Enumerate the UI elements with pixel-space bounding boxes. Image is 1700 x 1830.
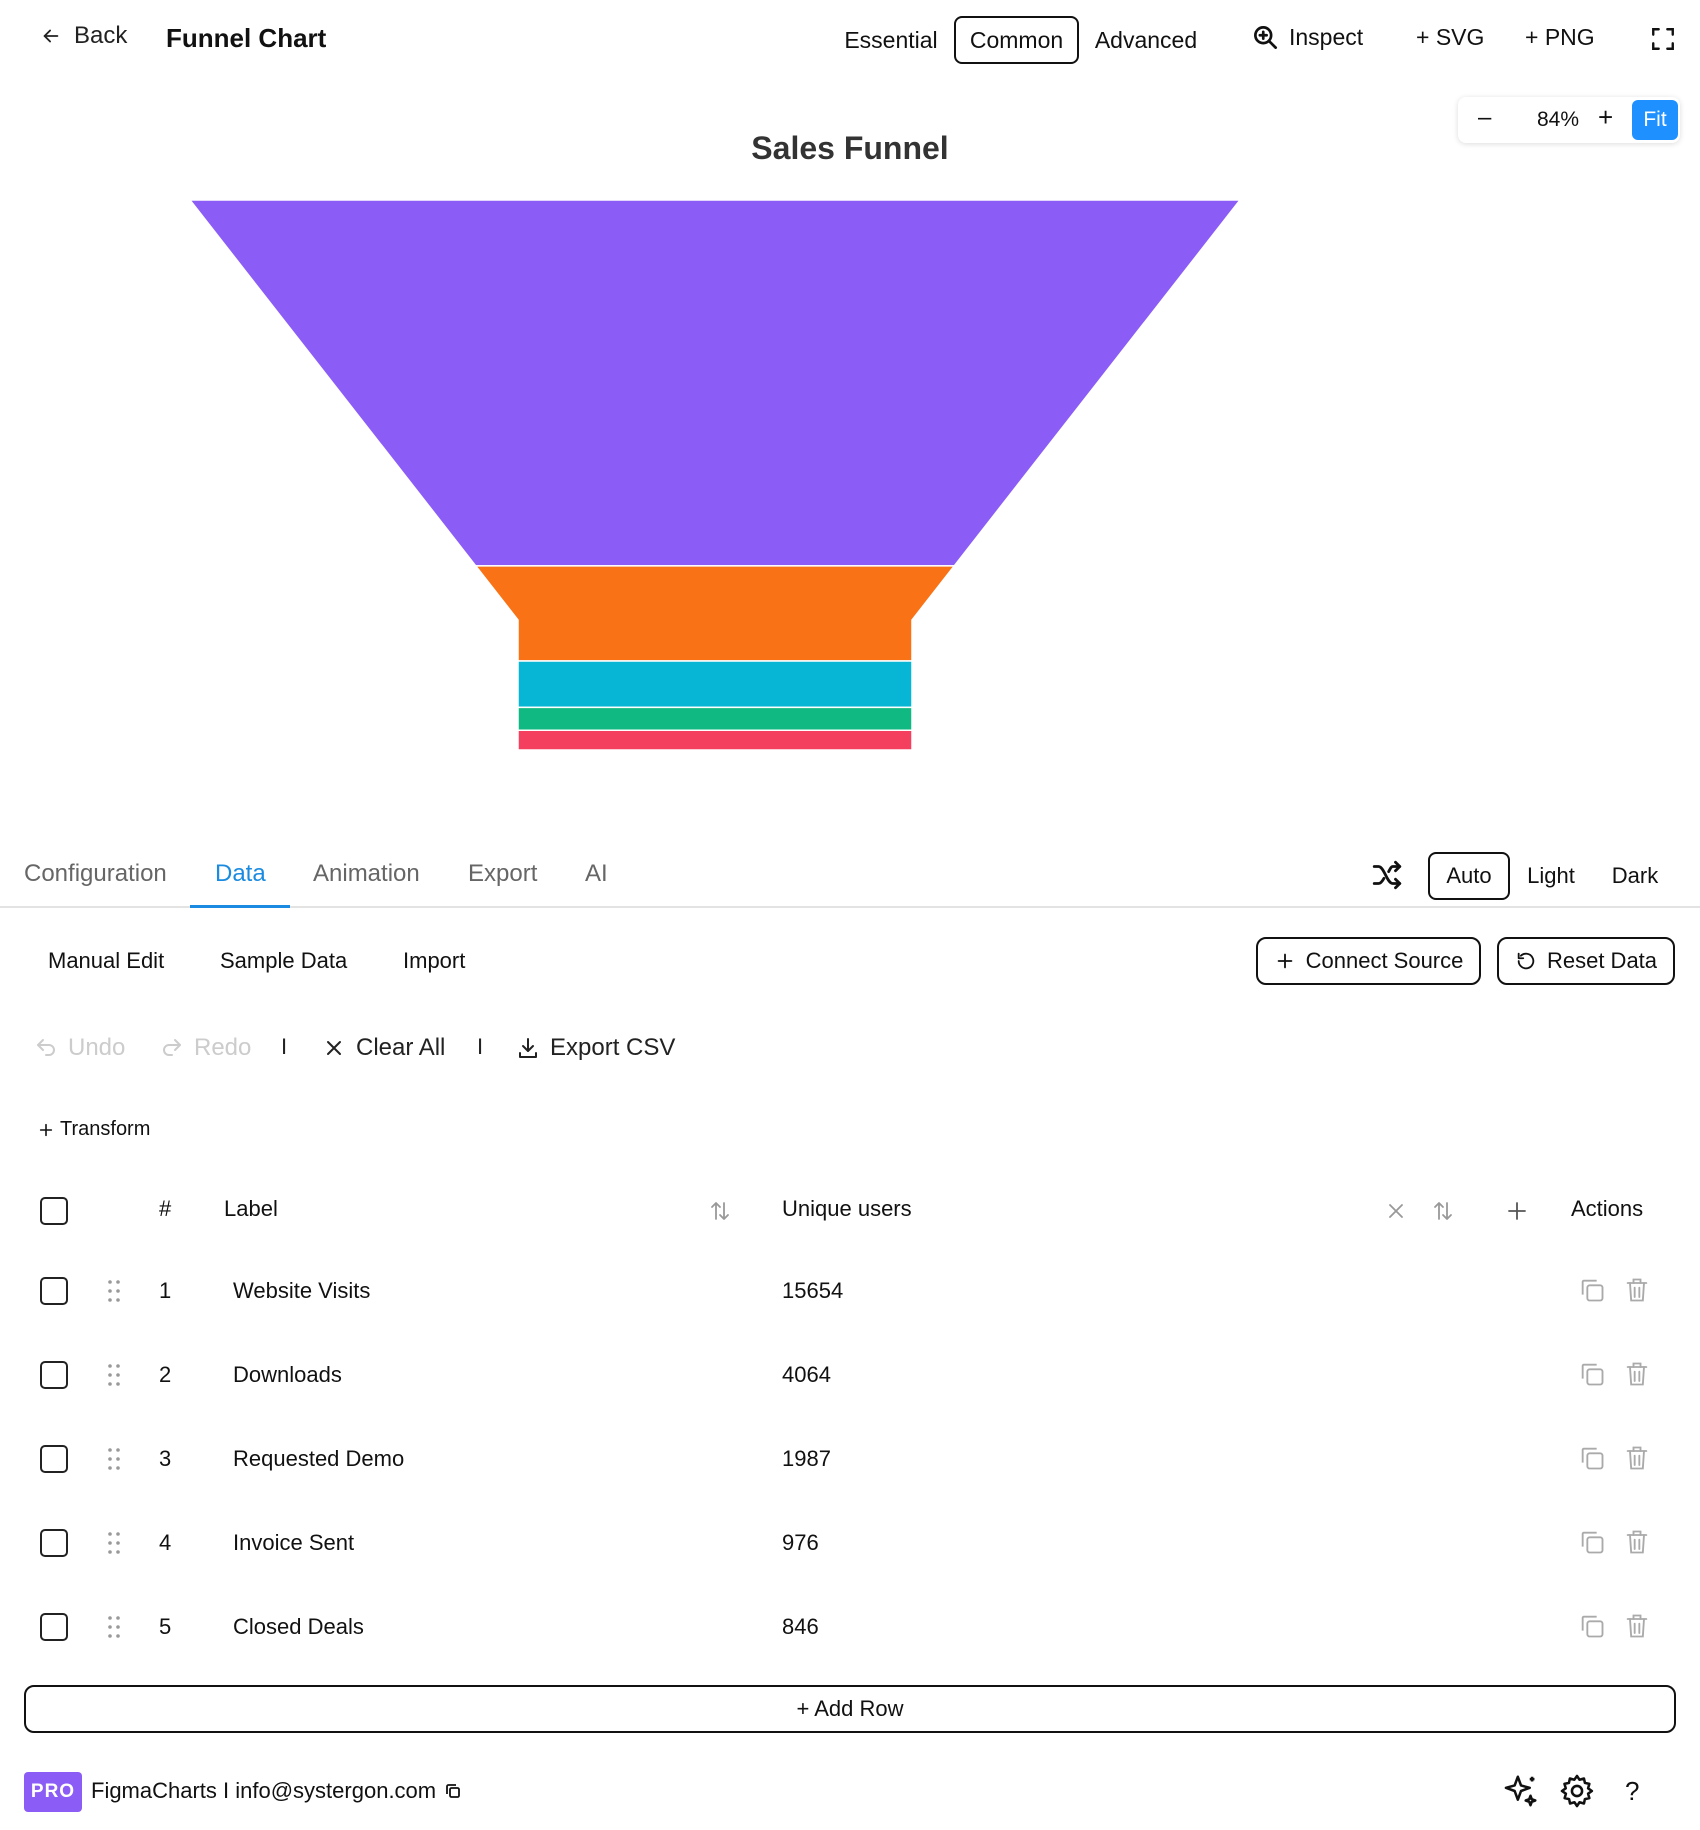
shuffle-icon[interactable] xyxy=(1370,858,1404,892)
sort-icon[interactable] xyxy=(1431,1199,1455,1223)
add-transform-button[interactable]: Transform xyxy=(38,1118,150,1141)
row-label[interactable]: Closed Deals xyxy=(233,1614,364,1640)
subtab-manual-edit[interactable]: Manual Edit xyxy=(48,948,164,974)
clear-all-label: Clear All xyxy=(356,1034,446,1061)
funnel-segment-2 xyxy=(474,565,956,662)
undo-button[interactable]: Undo xyxy=(34,1034,125,1062)
row-index: 5 xyxy=(159,1614,172,1639)
export-csv-label: Export CSV xyxy=(550,1034,676,1061)
drag-handle-icon[interactable] xyxy=(107,1363,121,1387)
undo-icon xyxy=(37,1039,55,1056)
help-icon[interactable]: ? xyxy=(1625,1776,1639,1807)
remove-column-icon[interactable] xyxy=(1384,1199,1408,1223)
theme-light[interactable]: Light xyxy=(1520,852,1582,900)
duplicate-icon[interactable] xyxy=(1578,1444,1606,1472)
row-checkbox[interactable] xyxy=(40,1613,68,1641)
settings-icon[interactable] xyxy=(1558,1772,1596,1810)
subtab-sample-data[interactable]: Sample Data xyxy=(220,948,347,974)
reset-icon xyxy=(1517,952,1535,970)
row-label[interactable]: Downloads xyxy=(233,1362,342,1388)
trash-icon[interactable] xyxy=(1623,1444,1651,1472)
drag-handle-icon[interactable] xyxy=(107,1447,121,1471)
footer-info: FigmaCharts I info@systergon.com xyxy=(91,1778,462,1804)
sort-icon[interactable] xyxy=(708,1199,732,1223)
row-label[interactable]: Website Visits xyxy=(233,1278,370,1304)
redo-icon xyxy=(163,1039,181,1056)
row-value[interactable]: 846 xyxy=(782,1614,819,1640)
transform-label: Transform xyxy=(60,1118,151,1140)
subtab-import[interactable]: Import xyxy=(403,948,465,974)
redo-label: Redo xyxy=(194,1034,252,1061)
plus-icon xyxy=(1277,953,1292,969)
row-checkbox[interactable] xyxy=(40,1445,68,1473)
funnel-segment-4 xyxy=(517,706,913,731)
funnel-segment-5 xyxy=(517,729,913,751)
funnel-chart xyxy=(188,199,1242,751)
close-icon xyxy=(327,1041,341,1055)
row-label[interactable]: Invoice Sent xyxy=(233,1530,354,1556)
select-all-checkbox[interactable] xyxy=(40,1197,68,1225)
row-value[interactable]: 15654 xyxy=(782,1278,843,1304)
tab-data[interactable]: Data xyxy=(215,860,266,888)
active-tab-indicator xyxy=(190,905,290,908)
drag-handle-icon[interactable] xyxy=(107,1615,121,1639)
row-checkbox[interactable] xyxy=(40,1361,68,1389)
panel-tabs: Configuration Data Animation Export AI A… xyxy=(0,840,1700,908)
sparkle-icon[interactable] xyxy=(1502,1772,1540,1810)
column-header-index: # xyxy=(159,1196,172,1221)
row-checkbox[interactable] xyxy=(40,1277,68,1305)
toolbar-separator: I xyxy=(477,1034,484,1059)
theme-dark[interactable]: Dark xyxy=(1604,852,1666,900)
trash-icon[interactable] xyxy=(1623,1360,1651,1388)
add-row-button[interactable]: + Add Row xyxy=(24,1685,1676,1733)
trash-icon[interactable] xyxy=(1623,1276,1651,1304)
redo-button[interactable]: Redo xyxy=(160,1034,251,1062)
undo-label: Undo xyxy=(68,1034,126,1061)
funnel-segment-3 xyxy=(517,660,913,709)
tab-animation[interactable]: Animation xyxy=(313,860,420,888)
row-value[interactable]: 4064 xyxy=(782,1362,831,1388)
column-header-actions: Actions xyxy=(1571,1196,1644,1221)
row-index: 4 xyxy=(159,1530,172,1555)
download-icon xyxy=(519,1038,537,1058)
row-checkbox[interactable] xyxy=(40,1529,68,1557)
trash-icon[interactable] xyxy=(1623,1612,1651,1640)
add-column-icon[interactable] xyxy=(1505,1199,1529,1223)
column-header-value: Unique users xyxy=(782,1196,912,1221)
export-csv-button[interactable]: Export CSV xyxy=(516,1034,675,1062)
row-index: 3 xyxy=(159,1446,172,1471)
row-index: 1 xyxy=(159,1278,172,1303)
duplicate-icon[interactable] xyxy=(1578,1612,1606,1640)
column-header-label: Label xyxy=(224,1196,278,1221)
tab-ai[interactable]: AI xyxy=(585,860,608,888)
reset-data-button[interactable]: Reset Data xyxy=(1497,937,1675,985)
connect-source-label: Connect Source xyxy=(1305,948,1464,973)
trash-icon[interactable] xyxy=(1623,1528,1651,1556)
duplicate-icon[interactable] xyxy=(1578,1360,1606,1388)
drag-handle-icon[interactable] xyxy=(107,1279,121,1303)
drag-handle-icon[interactable] xyxy=(107,1531,121,1555)
row-value[interactable]: 1987 xyxy=(782,1446,831,1472)
theme-auto[interactable]: Auto xyxy=(1428,852,1510,900)
reset-data-label: Reset Data xyxy=(1546,948,1658,973)
funnel-segment-1 xyxy=(188,199,1242,567)
row-index: 2 xyxy=(159,1362,172,1387)
clear-all-button[interactable]: Clear All xyxy=(322,1034,445,1062)
duplicate-icon[interactable] xyxy=(1578,1276,1606,1304)
duplicate-icon[interactable] xyxy=(1578,1528,1606,1556)
tab-export[interactable]: Export xyxy=(468,860,537,888)
toolbar-separator: I xyxy=(281,1034,288,1059)
row-label[interactable]: Requested Demo xyxy=(233,1446,404,1472)
plus-icon xyxy=(39,1123,53,1136)
connect-source-button[interactable]: Connect Source xyxy=(1256,937,1481,985)
pro-badge: PRO xyxy=(24,1772,82,1812)
tab-configuration[interactable]: Configuration xyxy=(24,860,167,888)
row-value[interactable]: 976 xyxy=(782,1530,819,1556)
footer-text: FigmaCharts I info@systergon.com xyxy=(91,1778,437,1803)
copy-icon[interactable] xyxy=(444,1782,462,1800)
